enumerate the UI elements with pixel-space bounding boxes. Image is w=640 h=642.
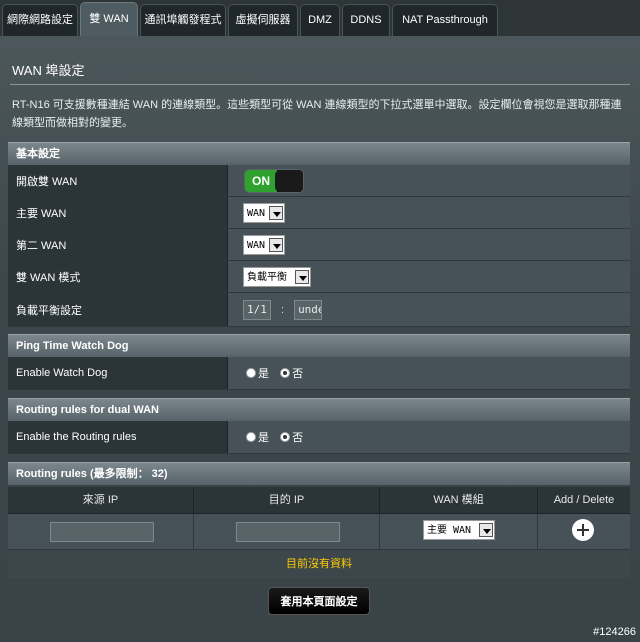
label-primary-wan: 主要 WAN xyxy=(8,197,228,228)
row-load-balance: 負載平衡設定 1/1 : unde xyxy=(8,293,630,327)
col-wan-module: WAN 模組 xyxy=(380,487,538,514)
label-load-balance: 負載平衡設定 xyxy=(8,293,228,326)
section-header-rules: Routing rules (最多限制： 32) xyxy=(8,462,630,485)
secondary-wan-value: WAN xyxy=(247,239,266,251)
watchdog-no-label: 否 xyxy=(292,368,304,380)
wan-module-select[interactable]: 主要 WAN xyxy=(423,520,495,540)
watermark: #124266 xyxy=(593,626,636,638)
label-enable-watchdog: Enable Watch Dog xyxy=(8,357,228,389)
tab-internet-settings[interactable]: 網際網路設定 xyxy=(2,4,78,36)
apply-settings-button[interactable]: 套用本頁面設定 xyxy=(268,587,370,615)
wan-module-value: 主要 WAN xyxy=(427,525,472,536)
tab-virtual-server[interactable]: 虛擬伺服器 xyxy=(228,4,298,36)
row-primary-wan: 主要 WAN WAN xyxy=(8,197,630,229)
load-ratio-1-input[interactable]: 1/1 xyxy=(243,299,271,320)
dual-wan-toggle[interactable]: ON xyxy=(244,168,304,193)
tab-dmz[interactable]: DMZ xyxy=(300,4,340,36)
tab-dual-wan[interactable]: 雙 WAN xyxy=(80,2,138,36)
toggle-knob xyxy=(275,169,303,192)
primary-wan-select[interactable]: WAN xyxy=(243,202,285,223)
dest-ip-input[interactable] xyxy=(236,522,340,542)
row-secondary-wan: 第二 WAN WAN xyxy=(8,229,630,261)
tab-bar: 網際網路設定 雙 WAN 通訊埠觸發程式 虛擬伺服器 DMZ DDNS NAT … xyxy=(0,0,640,36)
dual-wan-mode-value: 負載平衡 xyxy=(247,271,287,283)
load-ratio-2-input[interactable]: unde xyxy=(294,299,323,320)
label-secondary-wan: 第二 WAN xyxy=(8,229,228,260)
tab-ddns[interactable]: DDNS xyxy=(342,4,390,36)
row-enable-dual-wan: 開啟雙 WAN ON xyxy=(8,165,630,197)
watchdog-radio-group: 是 否 xyxy=(246,365,311,381)
page-description: RT-N16 可支援數種連結 WAN 的連線類型。這些類型可從 WAN 連線類型… xyxy=(12,99,622,129)
col-add-delete: Add / Delete xyxy=(553,494,615,506)
primary-wan-value: WAN xyxy=(247,207,266,219)
routing-yes-radio[interactable] xyxy=(246,432,256,442)
toggle-on-label: ON xyxy=(245,169,277,192)
label-enable-dual-wan: 開啟雙 WAN xyxy=(8,165,228,196)
section-header-watchdog: Ping Time Watch Dog xyxy=(8,334,630,357)
col-dest-ip: 目的 IP xyxy=(194,487,380,514)
chevron-down-icon xyxy=(269,205,283,220)
chevron-down-icon xyxy=(295,269,309,284)
watchdog-yes-label: 是 xyxy=(258,368,269,380)
label-dual-wan-mode: 雙 WAN 模式 xyxy=(8,261,228,292)
cell-dest-ip xyxy=(194,514,380,549)
chevron-down-icon xyxy=(269,237,283,252)
tab-port-trigger[interactable]: 通訊埠觸發程式 xyxy=(140,4,226,36)
routing-yes-label: 是 xyxy=(258,432,269,444)
row-dual-wan-mode: 雙 WAN 模式 負載平衡 xyxy=(8,261,630,293)
tab-nat-passthrough[interactable]: NAT Passthrough xyxy=(392,4,498,36)
chevron-down-icon xyxy=(479,523,493,537)
row-enable-routing: Enable the Routing rules 是 否 xyxy=(8,421,630,454)
title-divider xyxy=(10,84,630,85)
cell-source-ip xyxy=(8,514,194,549)
page-title: WAN 埠設定 xyxy=(12,63,85,78)
routing-no-radio[interactable] xyxy=(280,432,291,442)
cell-wan-module: 主要 WAN xyxy=(380,514,538,549)
label-enable-routing: Enable the Routing rules xyxy=(8,421,228,453)
add-rule-plus-icon[interactable] xyxy=(572,519,594,541)
secondary-wan-select[interactable]: WAN xyxy=(243,234,285,255)
routing-radio-group: 是 否 xyxy=(246,429,311,445)
ratio-separator: : xyxy=(281,303,285,316)
row-enable-watchdog: Enable Watch Dog 是 否 xyxy=(8,357,630,390)
cell-add-delete xyxy=(538,514,630,549)
watchdog-yes-radio[interactable] xyxy=(246,368,256,378)
watchdog-no-radio[interactable] xyxy=(280,368,291,378)
source-ip-input[interactable] xyxy=(50,522,154,542)
section-header-basic: 基本設定 xyxy=(8,142,630,165)
col-source-ip: 來源 IP xyxy=(8,487,194,514)
no-data-message: 目前沒有資料 xyxy=(8,549,630,578)
rules-table-header: 來源 IP 目的 IP WAN 模組 Add / Delete xyxy=(8,487,630,514)
routing-no-label: 否 xyxy=(292,432,304,444)
section-header-routing: Routing rules for dual WAN xyxy=(8,398,630,421)
rules-new-row: 主要 WAN xyxy=(8,514,630,549)
dual-wan-mode-select[interactable]: 負載平衡 xyxy=(243,266,311,287)
